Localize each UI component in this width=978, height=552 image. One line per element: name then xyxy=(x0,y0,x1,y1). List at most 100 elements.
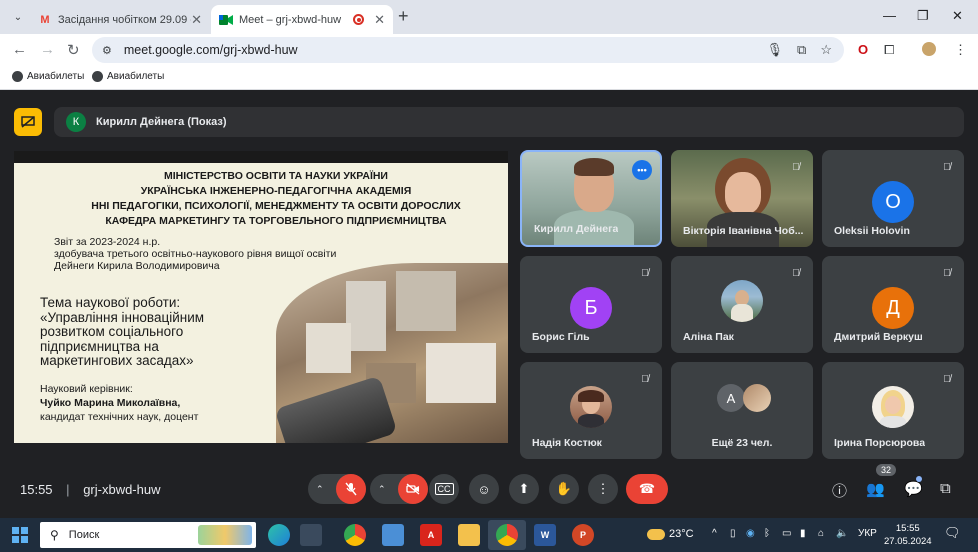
site-settings-icon[interactable]: ⚙ xyxy=(102,44,112,57)
meeting-details-info-icon[interactable]: ⓘ xyxy=(832,480,847,501)
maximize-button[interactable]: ❐ xyxy=(917,8,929,24)
slide-factory-photo xyxy=(276,263,508,443)
temperature: 23°C xyxy=(669,528,694,540)
camera-off-icon[interactable] xyxy=(398,474,428,504)
audio-options-chevron-icon[interactable]: ⌃ xyxy=(316,484,324,495)
notification-icon[interactable]: 🗨 xyxy=(944,525,961,541)
participant-tile[interactable]: ••• Кирилл Дейнега xyxy=(520,150,662,247)
participant-tile[interactable]: 🎙̸ Аліна Пак xyxy=(671,256,813,353)
acrobat-icon[interactable]: A xyxy=(420,524,442,546)
slide-header-line: УКРАЇНСЬКА ІНЖЕНЕРНО-ПЕДАГОГІЧНА АКАДЕМІ… xyxy=(140,185,412,197)
camera-toggle[interactable]: ⌃ xyxy=(370,474,428,504)
participant-tile[interactable]: 🎙̸ Б Борис Гіль xyxy=(520,256,662,353)
present-screen-button[interactable]: ⬆ xyxy=(509,474,539,504)
more-options-button[interactable]: ⋮ xyxy=(588,474,618,504)
tray-overflow-icon[interactable]: ^ xyxy=(712,528,717,539)
speaking-indicator-icon: ••• xyxy=(632,160,652,180)
microphone-toggle[interactable]: ⌃ xyxy=(308,474,366,504)
participant-tile[interactable]: 🎙̸ O Oleksii Holovin xyxy=(822,150,964,247)
slide-topic-line: підприємництва на xyxy=(40,338,159,354)
mic-off-icon[interactable] xyxy=(336,474,366,504)
close-tab-icon[interactable]: ✕ xyxy=(191,12,202,28)
powerpoint-icon[interactable]: P xyxy=(572,524,594,546)
participant-tile[interactable]: 🎙̸ Ірина Порсюрова xyxy=(822,362,964,459)
taskbar-clock[interactable]: 15:55 27.05.2024 xyxy=(884,522,932,548)
volume-muted-icon[interactable]: 🔈 xyxy=(836,528,848,539)
more-participants-tile[interactable]: A Ещё 23 чел. xyxy=(671,362,813,459)
new-tab-button[interactable]: + xyxy=(398,6,409,27)
participant-tile[interactable]: 🎙̸ Д Дмитрий Веркуш xyxy=(822,256,964,353)
slide-topic-line: маркетингових засадах» xyxy=(40,353,194,368)
url-text[interactable]: meet.google.com/grj-xbwd-huw xyxy=(124,43,298,57)
network-icon[interactable]: ⌂ xyxy=(818,528,824,539)
browser-toolbar: ← → ↻ ⚙ meet.google.com/grj-xbwd-huw 🎙 ⧉… xyxy=(0,34,978,66)
bookmark-item[interactable]: Авиабилеты xyxy=(92,71,164,82)
chat-icon[interactable]: 💬 xyxy=(904,480,923,498)
forward-arrow-icon[interactable]: → xyxy=(40,41,55,58)
globe-icon xyxy=(12,71,23,82)
bookmark-item[interactable]: Авиабилеты xyxy=(12,71,84,82)
participant-tile[interactable]: 🎙̸ Вікторія Іванівна Чоб... xyxy=(671,150,813,247)
present-screen-icon: ⬆ xyxy=(518,481,530,496)
open-in-window-icon[interactable]: ⧉ xyxy=(797,42,806,58)
search-icon: ⚲ xyxy=(50,528,59,542)
word-icon[interactable]: W xyxy=(534,524,556,546)
extensions-puzzle-icon[interactable]: ⧠ xyxy=(884,42,894,58)
participant-name: Аліна Пак xyxy=(683,331,734,343)
leave-call-button[interactable]: ☎ xyxy=(626,474,668,504)
minimize-button[interactable]: — xyxy=(883,8,896,23)
taskbar-search[interactable]: ⚲ Поиск xyxy=(40,522,256,548)
reload-icon[interactable]: ↻ xyxy=(67,41,80,59)
browser-menu-icon[interactable]: ⋮ xyxy=(954,42,967,58)
tab-search-chevron-icon[interactable]: ⌄ xyxy=(8,7,28,27)
network-app-icon[interactable] xyxy=(382,524,404,546)
emoji-reactions-button[interactable]: ☺ xyxy=(469,474,499,504)
meeting-code: grj-xbwd-huw xyxy=(83,482,161,497)
activities-icon[interactable]: ⧉ xyxy=(940,480,951,497)
microphone-icon[interactable]: 🎙 xyxy=(767,42,784,58)
opera-extension-icon[interactable]: O xyxy=(858,42,868,57)
task-view-icon[interactable] xyxy=(300,524,322,546)
hang-up-icon: ☎ xyxy=(638,481,656,496)
zoom-tray-icon[interactable]: ◉ xyxy=(746,528,755,539)
bookmark-star-icon[interactable]: ☆ xyxy=(820,42,832,58)
stop-presenting-icon[interactable] xyxy=(14,108,42,136)
windows-start-icon[interactable] xyxy=(12,527,28,543)
usb-icon[interactable]: ▯ xyxy=(730,528,736,539)
tab-meet[interactable]: Meet – grj-xbwd-huw ✕ xyxy=(211,5,393,34)
bluetooth-icon[interactable]: ᛒ xyxy=(764,528,770,539)
browser-tab-bar: ⌄ M Засідання чобітком 29.09 -18:00 ✕ Me… xyxy=(0,0,978,34)
file-explorer-icon[interactable] xyxy=(458,524,480,546)
gmail-icon: M xyxy=(40,13,50,26)
edge-icon[interactable] xyxy=(268,524,290,546)
people-icon[interactable]: 👥 xyxy=(866,480,885,498)
people-count-badge: 32 xyxy=(876,464,897,476)
captions-icon: CC xyxy=(434,483,454,495)
participant-name: Ірина Порсюрова xyxy=(834,437,926,449)
back-arrow-icon[interactable]: ← xyxy=(12,41,27,58)
participant-tile[interactable]: 🎙̸ Надія Костюк xyxy=(520,362,662,459)
chrome-profile-icon[interactable] xyxy=(496,524,518,546)
close-window-button[interactable]: ✕ xyxy=(952,8,963,24)
chrome-icon[interactable] xyxy=(344,524,366,546)
participant-photo xyxy=(743,384,771,412)
muted-mic-icon: 🎙̸ xyxy=(641,267,649,279)
participant-name: Oleksii Holovin xyxy=(834,225,910,237)
meeting-info: 15:55 | grj-xbwd-huw xyxy=(20,482,171,497)
tab-gmail[interactable]: M Засідання чобітком 29.09 -18:00 ✕ xyxy=(30,5,210,34)
profile-avatar-icon[interactable] xyxy=(922,42,936,59)
input-language[interactable]: УКР xyxy=(858,528,877,539)
display-icon[interactable]: ▭ xyxy=(782,528,791,539)
meet-stage: К Кирилл Дейнега (Показ) МІНІСТЕРСТВО ОС… xyxy=(2,94,978,516)
weather-widget[interactable]: 23°C xyxy=(647,528,694,540)
clock-date: 27.05.2024 xyxy=(884,536,932,547)
captions-button[interactable]: CC xyxy=(429,474,459,504)
weather-cloud-icon xyxy=(647,528,665,540)
video-options-chevron-icon[interactable]: ⌃ xyxy=(378,484,386,495)
close-tab-icon[interactable]: ✕ xyxy=(374,12,385,28)
battery-icon[interactable]: ▮ xyxy=(800,528,806,539)
clock-time: 15:55 xyxy=(895,523,920,534)
address-bar[interactable]: ⚙ meet.google.com/grj-xbwd-huw 🎙 ⧉ ☆ xyxy=(92,37,844,63)
raise-hand-button[interactable]: ✋ xyxy=(549,474,579,504)
search-highlight-icon xyxy=(198,525,252,545)
